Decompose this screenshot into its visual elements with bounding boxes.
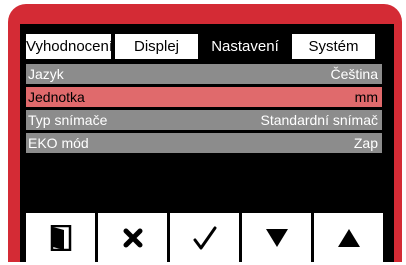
- setting-row-jazyk[interactable]: Jazyk Čeština: [26, 64, 382, 84]
- setting-label: Typ snímače: [28, 112, 108, 128]
- tab-system[interactable]: Systém: [292, 34, 375, 59]
- tab-displej[interactable]: Displej: [115, 34, 198, 59]
- setting-row-eko-mod[interactable]: EKO mód Zap: [26, 133, 382, 153]
- device-screen: Vyhodnocení Displej Nastavení Systém Jaz…: [20, 24, 394, 262]
- tab-nastaveni[interactable]: Nastavení: [202, 34, 288, 59]
- exit-button[interactable]: [26, 213, 95, 262]
- setting-row-jednotka[interactable]: Jednotka mm: [26, 87, 382, 107]
- setting-label: EKO mód: [28, 135, 89, 151]
- settings-list: Jazyk Čeština Jednotka mm Typ snímače St…: [26, 64, 382, 156]
- exit-door-icon: [50, 224, 72, 251]
- setting-label: Jednotka: [28, 89, 85, 105]
- confirm-button[interactable]: [170, 213, 239, 262]
- down-button[interactable]: [242, 213, 311, 262]
- setting-value: Čeština: [330, 66, 378, 82]
- arrow-up-icon: [337, 228, 361, 248]
- up-button[interactable]: [314, 213, 383, 262]
- tab-vyhodnoceni[interactable]: Vyhodnocení: [26, 34, 113, 59]
- tab-bar: Vyhodnocení Displej Nastavení Systém: [26, 34, 382, 59]
- arrow-down-icon: [265, 228, 289, 248]
- close-icon: [123, 228, 143, 248]
- cancel-button[interactable]: [98, 213, 167, 262]
- softkey-bar: [26, 213, 386, 262]
- setting-value: Standardní snímač: [260, 112, 378, 128]
- setting-row-typ-snimace[interactable]: Typ snímače Standardní snímač: [26, 110, 382, 130]
- setting-value: mm: [354, 89, 378, 105]
- setting-label: Jazyk: [28, 66, 64, 82]
- setting-value: Zap: [353, 135, 378, 151]
- check-icon: [192, 225, 218, 251]
